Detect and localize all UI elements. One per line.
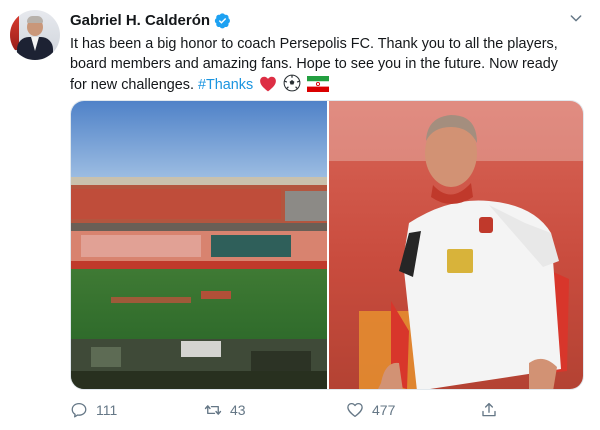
stadium-photo[interactable] (71, 101, 327, 390)
hashtag-link[interactable]: #Thanks (198, 77, 253, 93)
reply-icon (71, 402, 87, 418)
retweet-count: 43 (230, 402, 246, 418)
avatar-hair (27, 16, 43, 23)
tweet-card[interactable]: Gabriel H. Calderón It has been a big ho… (0, 0, 600, 430)
share-icon (482, 402, 496, 417)
tweet-text: It has been a big honor to coach Persepo… (70, 34, 585, 95)
author-name[interactable]: Gabriel H. Calderón (70, 12, 210, 29)
tweet-text-line-last: for new challenges. #Thanks (70, 74, 585, 95)
tweet-media[interactable] (70, 100, 584, 390)
tweet-text-line: board members and amazing fans. Hope to … (70, 56, 558, 72)
like-action[interactable]: 477 (346, 398, 395, 422)
retweet-icon (204, 405, 222, 415)
reply-action[interactable]: 111 (70, 398, 117, 422)
retweet-action[interactable]: 43 (204, 398, 246, 422)
verified-badge-icon (214, 12, 230, 28)
tweet-actions: 111 43 477 (70, 398, 510, 422)
tweet-header: Gabriel H. Calderón (70, 10, 231, 30)
heart-emoji-icon (260, 76, 277, 92)
reply-count: 111 (96, 402, 118, 418)
soccer-ball-emoji-icon (283, 74, 301, 92)
iran-flag-emoji-icon (307, 76, 330, 92)
coach-photo[interactable] (329, 101, 584, 390)
avatar[interactable] (10, 10, 60, 60)
tweet-text-line: for new challenges. (70, 77, 198, 93)
like-count: 477 (372, 402, 396, 418)
like-icon (347, 402, 363, 418)
share-action[interactable] (480, 398, 498, 422)
chevron-down-icon[interactable] (568, 10, 584, 26)
tweet-text-line: It has been a big honor to coach Persepo… (70, 36, 558, 52)
